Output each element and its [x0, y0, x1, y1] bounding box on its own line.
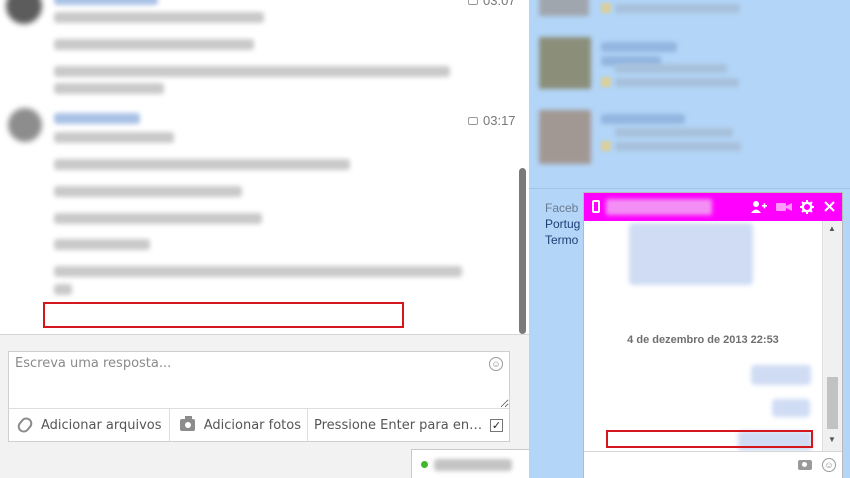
contact-detail [615, 142, 741, 151]
add-photos-button[interactable]: Adicionar fotos [169, 409, 307, 441]
message-bubble [772, 399, 810, 417]
message-line [54, 159, 350, 170]
chat-bubble-icon [468, 117, 478, 125]
chat-popup: 4 de dezembro de 2013 22:53 ▲ ▼ ☺ [583, 192, 843, 478]
video-icon[interactable] [776, 202, 792, 212]
camera-icon [180, 416, 195, 431]
message-line [54, 186, 242, 197]
avatar[interactable] [6, 0, 42, 24]
message-line [54, 266, 462, 277]
message-line [54, 83, 164, 94]
add-files-button[interactable]: Adicionar arquivos [9, 409, 169, 441]
emoji-icon[interactable]: ☺ [489, 357, 503, 371]
contact-thumbnail[interactable] [539, 37, 591, 89]
add-photos-label: Adicionar fotos [203, 417, 301, 433]
message-line [54, 132, 174, 143]
paperclip-icon [15, 415, 35, 435]
scroll-down-icon[interactable]: ▼ [828, 435, 836, 444]
message-bubble [629, 223, 753, 285]
composer-toolbar: Adicionar arquivos Adicionar fotos Press… [9, 408, 509, 441]
message-line [54, 39, 254, 50]
footer-language-link[interactable]: Portug [545, 216, 580, 232]
chat-popup-scrollbar[interactable]: ▲ ▼ [822, 221, 842, 451]
reply-composer: ☺ Adicionar arquivos Adicionar fotos Pre… [8, 351, 510, 442]
contact-name[interactable] [601, 114, 685, 124]
checkbox-icon[interactable]: ✓ [490, 418, 503, 432]
gear-icon[interactable] [800, 200, 814, 214]
add-friend-icon[interactable] [751, 200, 767, 214]
reply-input[interactable] [9, 352, 509, 408]
chat-contact-name[interactable] [606, 199, 712, 215]
message-line [54, 239, 150, 250]
press-enter-label: Pressione Enter para enviar [314, 417, 486, 433]
scrollbar-thumb[interactable] [827, 377, 838, 429]
contact-badge-icon [601, 141, 611, 151]
contact-detail [615, 128, 733, 137]
message-timestamp: 03:07 [468, 0, 516, 8]
footer-terms-link[interactable]: Termo [545, 232, 580, 248]
chat-date-separator: 4 de dezembro de 2013 22:53 [627, 334, 779, 346]
contact-name[interactable] [601, 42, 677, 52]
contact-detail [615, 78, 739, 87]
sidebar-footer: Faceb Portug Termo [545, 200, 580, 248]
chat-popup-messages: 4 de dezembro de 2013 22:53 [584, 221, 822, 451]
contact-thumbnail[interactable] [539, 110, 591, 164]
chat-popup-input[interactable]: ☺ [584, 451, 842, 478]
message-bubble [751, 365, 811, 385]
message-line [54, 12, 264, 23]
contact-badge-icon [601, 77, 611, 87]
highlight-box [606, 430, 813, 448]
camera-icon[interactable] [798, 460, 812, 470]
close-icon[interactable] [824, 201, 835, 212]
phone-icon [592, 200, 600, 213]
chat-popup-header[interactable] [584, 193, 842, 221]
contact-badge-icon [601, 3, 611, 13]
press-enter-toggle[interactable]: Pressione Enter para enviar ✓ [307, 409, 509, 441]
footer-copyright: Faceb [545, 201, 579, 215]
chat-tab-contact-name [434, 459, 512, 471]
highlight-box [43, 302, 404, 328]
online-status-dot [421, 461, 428, 468]
sidebar-divider [529, 188, 850, 189]
contact-detail [615, 4, 740, 13]
message-line [54, 213, 262, 224]
contact-detail [615, 64, 727, 73]
message-line [54, 284, 72, 295]
avatar[interactable] [8, 108, 42, 142]
emoji-icon[interactable]: ☺ [822, 458, 836, 472]
sender-name[interactable] [54, 0, 158, 5]
chat-bubble-icon [468, 0, 478, 5]
message-line [54, 66, 450, 77]
scroll-up-icon[interactable]: ▲ [828, 224, 836, 233]
message-timestamp: 03:17 [468, 113, 516, 128]
conversation-scrollbar[interactable] [519, 168, 526, 334]
sender-name[interactable] [54, 113, 140, 124]
conversation-pane: 03:07 03:17 ☺ Adicionar arquivos Ad [0, 0, 577, 478]
add-files-label: Adicionar arquivos [41, 417, 162, 433]
contact-thumbnail[interactable] [539, 0, 589, 16]
